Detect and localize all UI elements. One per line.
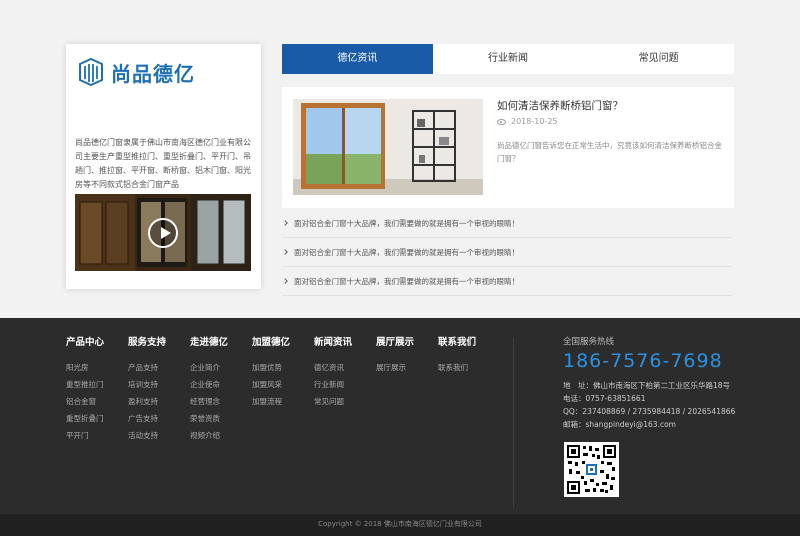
site-footer: 产品中心 阳光房 重型推拉门 铝合金窗 重型折叠门 平开门 服务支持 产品支持 … [0, 318, 800, 514]
footer-col-title[interactable]: 产品中心 [66, 334, 104, 348]
footer-link[interactable]: 平开门 [66, 427, 104, 444]
play-icon[interactable] [148, 218, 178, 248]
footer-col-contact: 联系我们 联系我们 [438, 334, 476, 376]
footer-link[interactable]: 企业使命 [190, 376, 228, 393]
footer-link[interactable]: 视频介绍 [190, 427, 228, 444]
contact-email: 邮箱：shangpindeyi@163.com [563, 420, 676, 429]
news-item-title[interactable]: 面对铝合金门窗十大品牌，我们需要做的就是拥有一个审视的眼睛！ [294, 247, 519, 258]
featured-article[interactable]: 如何清洁保养断桥铝门窗？ 2018-10-25 尚品德亿门窗告诉您在正常生活中，… [282, 87, 734, 208]
footer-link[interactable]: 加盟风采 [252, 376, 290, 393]
footer-link[interactable]: 阳光房 [66, 359, 104, 376]
featured-article-title[interactable]: 如何清洁保养断桥铝门窗？ [497, 98, 623, 113]
footer-link[interactable]: 企业简介 [190, 359, 228, 376]
logo-text: 尚品德亿 [111, 61, 195, 86]
chevron-right-icon [282, 220, 288, 226]
featured-date-text: 2018-10-25 [511, 117, 558, 126]
hotline-label: 全国服务热线 [563, 337, 615, 347]
featured-article-image[interactable] [293, 99, 483, 195]
footer-link[interactable]: 经营理念 [190, 393, 228, 410]
chevron-right-icon [282, 249, 288, 255]
hotline-number[interactable]: 186-7576-7698 [563, 350, 735, 372]
footer-col-title[interactable]: 展厅展示 [376, 334, 414, 348]
footer-link[interactable]: 重型折叠门 [66, 410, 104, 427]
footer-link[interactable]: 荣誉资质 [190, 410, 228, 427]
footer-col-join: 加盟德亿 加盟优势 加盟风采 加盟流程 [252, 334, 290, 410]
footer-link[interactable]: 加盟流程 [252, 393, 290, 410]
footer-link[interactable]: 德亿资讯 [314, 359, 352, 376]
news-item-title[interactable]: 面对铝合金门窗十大品牌，我们需要做的就是拥有一个审视的眼睛！ [294, 276, 519, 287]
contact-lines: 地 址：佛山市南海区下柏第二工业区乐华路18号 电话：0757-63851661… [563, 379, 735, 431]
footer-col-title[interactable]: 联系我们 [438, 334, 476, 348]
footer-link[interactable]: 广告支持 [128, 410, 166, 427]
eye-icon [497, 118, 506, 125]
footer-col-news: 新闻资讯 德亿资讯 行业新闻 常见问题 [314, 334, 352, 410]
footer-col-showroom: 展厅展示 展厅展示 [376, 334, 414, 376]
footer-link[interactable]: 活动支持 [128, 427, 166, 444]
footer-divider [513, 338, 514, 508]
news-item-title[interactable]: 面对铝合金门窗十大品牌，我们需要做的就是拥有一个审视的眼睛！ [294, 218, 519, 229]
contact-address: 地 址：佛山市南海区下柏第二工业区乐华路18号 [563, 381, 731, 390]
copyright: Copyright © 2018 佛山市南海区德亿门业有限公司 [0, 514, 800, 536]
footer-link[interactable]: 行业新闻 [314, 376, 352, 393]
footer-link[interactable]: 重型推拉门 [66, 376, 104, 393]
contact-phone: 电话：0757-63851661 [563, 394, 646, 403]
footer-col-products: 产品中心 阳光房 重型推拉门 铝合金窗 重型折叠门 平开门 [66, 334, 104, 444]
footer-link[interactable]: 常见问题 [314, 393, 352, 410]
footer-col-title[interactable]: 新闻资讯 [314, 334, 352, 348]
company-video[interactable] [75, 194, 251, 271]
featured-article-date: 2018-10-25 [497, 117, 558, 126]
footer-link[interactable]: 展厅展示 [376, 359, 414, 376]
footer-col-title[interactable]: 加盟德亿 [252, 334, 290, 348]
footer-link[interactable]: 加盟优势 [252, 359, 290, 376]
window-logo-icon [79, 58, 103, 86]
footer-col-about: 走进德亿 企业简介 企业使命 经营理念 荣誉资质 视频介绍 [190, 334, 228, 444]
footer-link[interactable]: 培训支持 [128, 376, 166, 393]
footer-link[interactable]: 联系我们 [438, 359, 476, 376]
tab-faq[interactable]: 常见问题 [583, 44, 734, 74]
tab-deyi-news[interactable]: 德亿资讯 [282, 44, 433, 74]
contact-info: 全国服务热线 186-7576-7698 地 址：佛山市南海区下柏第二工业区乐华… [563, 335, 735, 431]
news-list: 面对铝合金门窗十大品牌，我们需要做的就是拥有一个审视的眼睛！ 面对铝合金门窗十大… [282, 209, 732, 296]
about-card: 尚品德亿 尚品德亿门窗隶属于佛山市南海区德亿门业有限公司主要生产重型推拉门、重型… [66, 44, 261, 289]
contact-qq: QQ：237408869 / 2735984418 / 2026541866 [563, 407, 736, 416]
footer-col-title[interactable]: 服务支持 [128, 334, 166, 348]
news-tabs: 德亿资讯 行业新闻 常见问题 [282, 44, 734, 74]
list-item[interactable]: 面对铝合金门窗十大品牌，我们需要做的就是拥有一个审视的眼睛！ [282, 267, 732, 296]
qr-code-icon [564, 442, 619, 497]
list-item[interactable]: 面对铝合金门窗十大品牌，我们需要做的就是拥有一个审视的眼睛！ [282, 238, 732, 267]
list-item[interactable]: 面对铝合金门窗十大品牌，我们需要做的就是拥有一个审视的眼睛！ [282, 209, 732, 238]
footer-link[interactable]: 产品支持 [128, 359, 166, 376]
featured-article-summary: 尚品德亿门窗告诉您在正常生活中，究竟该如何清洁保养断桥铝合金门窗？ [497, 141, 722, 163]
tab-industry-news[interactable]: 行业新闻 [433, 44, 584, 74]
about-description: 尚品德亿门窗隶属于佛山市南海区德亿门业有限公司主要生产重型推拉门、重型折叠门、平… [75, 138, 251, 189]
brand-logo[interactable]: 尚品德亿 [77, 56, 195, 88]
footer-link[interactable]: 铝合金窗 [66, 393, 104, 410]
footer-col-service: 服务支持 产品支持 培训支持 盈利支持 广告支持 活动支持 [128, 334, 166, 444]
chevron-right-icon [282, 278, 288, 284]
footer-link[interactable]: 盈利支持 [128, 393, 166, 410]
footer-col-title[interactable]: 走进德亿 [190, 334, 228, 348]
